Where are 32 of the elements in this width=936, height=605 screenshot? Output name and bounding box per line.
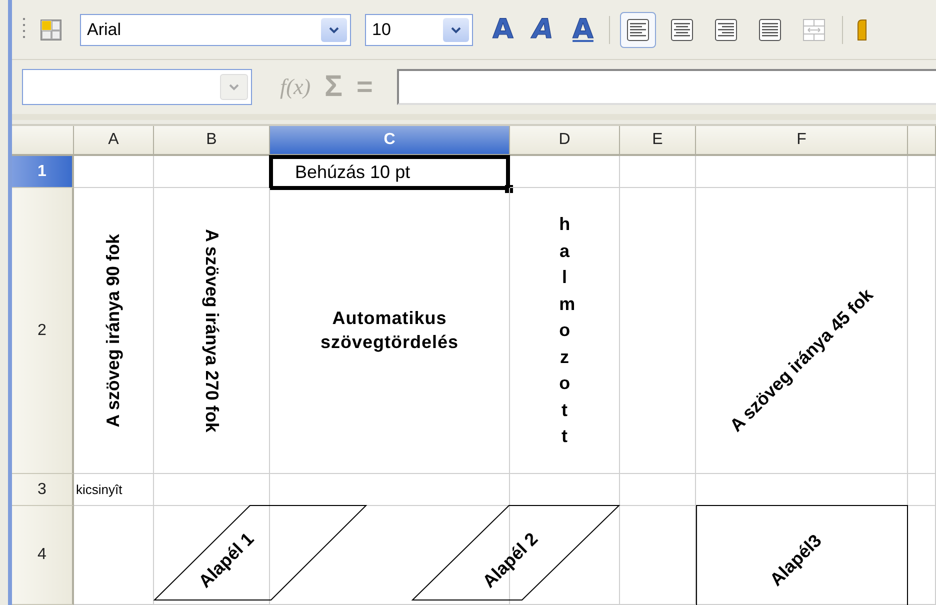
table-cell	[908, 156, 936, 188]
align-center-icon[interactable]	[671, 18, 693, 40]
table-cell	[908, 474, 936, 506]
font-name-field[interactable]: Arial	[80, 14, 351, 46]
row-header[interactable]: 1	[12, 156, 74, 188]
row-header[interactable]: 4	[12, 506, 74, 605]
layout-icon[interactable]	[40, 18, 62, 40]
align-left-button[interactable]	[620, 12, 656, 48]
row-header[interactable]: 3	[12, 474, 74, 506]
column-header[interactable]: D	[510, 126, 620, 156]
underline-button[interactable]: A	[567, 12, 599, 46]
vertical-text: A szöveg iránya 90 fok	[103, 234, 124, 428]
column-header[interactable]: B	[154, 126, 270, 156]
column-header[interactable]: A	[74, 126, 154, 156]
font-size-field[interactable]: 10	[365, 14, 473, 46]
cell-text: Behúzás 10 pt	[294, 162, 410, 183]
column-header[interactable]: E	[620, 126, 696, 156]
name-box[interactable]	[22, 69, 252, 105]
tool-icon[interactable]	[855, 18, 869, 42]
cell-text: kicsinyît	[75, 482, 122, 497]
wrapped-text: Automatikus szövegtördelés	[319, 307, 460, 354]
align-right-icon[interactable]	[715, 18, 737, 40]
justify-icon[interactable]	[759, 18, 781, 40]
bold-button[interactable]: A	[487, 12, 519, 46]
formula-input[interactable]	[396, 69, 936, 105]
italic-button[interactable]: A	[527, 12, 559, 46]
vertical-text: A szöveg iránya 270 fok	[201, 228, 222, 432]
active-cell[interactable]: Behúzás 10 pt	[269, 155, 510, 190]
row-header[interactable]: 2	[12, 188, 74, 474]
column-header[interactable]: F	[696, 126, 908, 156]
align-left-icon[interactable]	[627, 18, 649, 40]
corner-cell[interactable]	[12, 126, 74, 156]
